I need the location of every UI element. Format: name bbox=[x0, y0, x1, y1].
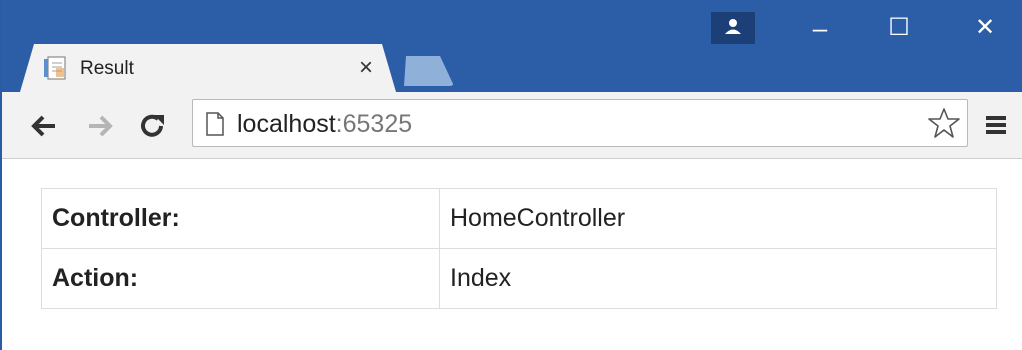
hamburger-menu-icon[interactable] bbox=[982, 111, 1010, 139]
document-icon bbox=[44, 56, 66, 80]
action-label: Action: bbox=[41, 248, 440, 309]
tab-result[interactable] bbox=[20, 44, 396, 92]
address-bar[interactable]: localhost:65325 bbox=[192, 99, 968, 147]
page-content: Controller: HomeController Action: Index bbox=[2, 159, 1022, 350]
browser-window: Result × – ☐ ✕ localhost:65325 Controlle… bbox=[0, 0, 1022, 350]
info-table: Controller: HomeController Action: Index bbox=[41, 188, 997, 309]
page-icon bbox=[206, 112, 224, 136]
tab-title: Result bbox=[80, 58, 134, 79]
url-text: localhost:65325 bbox=[237, 110, 412, 139]
title-bar: Result × – ☐ ✕ bbox=[2, 0, 1022, 92]
table-row: Controller: HomeController bbox=[41, 188, 997, 249]
table-row: Action: Index bbox=[41, 248, 997, 309]
url-port: :65325 bbox=[335, 110, 413, 138]
action-value: Index bbox=[439, 248, 997, 309]
url-host: localhost bbox=[237, 110, 336, 138]
browser-toolbar: localhost:65325 bbox=[2, 92, 1022, 159]
star-icon[interactable] bbox=[927, 106, 961, 140]
arrow-right-icon bbox=[89, 115, 113, 137]
maximize-button[interactable]: ☐ bbox=[874, 10, 924, 46]
controller-value: HomeController bbox=[439, 188, 997, 249]
minimize-button[interactable]: – bbox=[795, 10, 845, 46]
close-window-button[interactable]: ✕ bbox=[960, 10, 1010, 46]
reload-button[interactable] bbox=[136, 110, 168, 142]
reload-icon bbox=[141, 114, 164, 137]
user-icon bbox=[725, 19, 741, 34]
new-tab-button[interactable] bbox=[398, 56, 454, 86]
back-button[interactable] bbox=[28, 110, 60, 142]
arrow-left-icon bbox=[31, 115, 55, 137]
tab-close-button[interactable]: × bbox=[352, 54, 380, 82]
profile-button[interactable] bbox=[711, 12, 755, 44]
forward-button[interactable] bbox=[84, 110, 116, 142]
controller-label: Controller: bbox=[41, 188, 440, 249]
